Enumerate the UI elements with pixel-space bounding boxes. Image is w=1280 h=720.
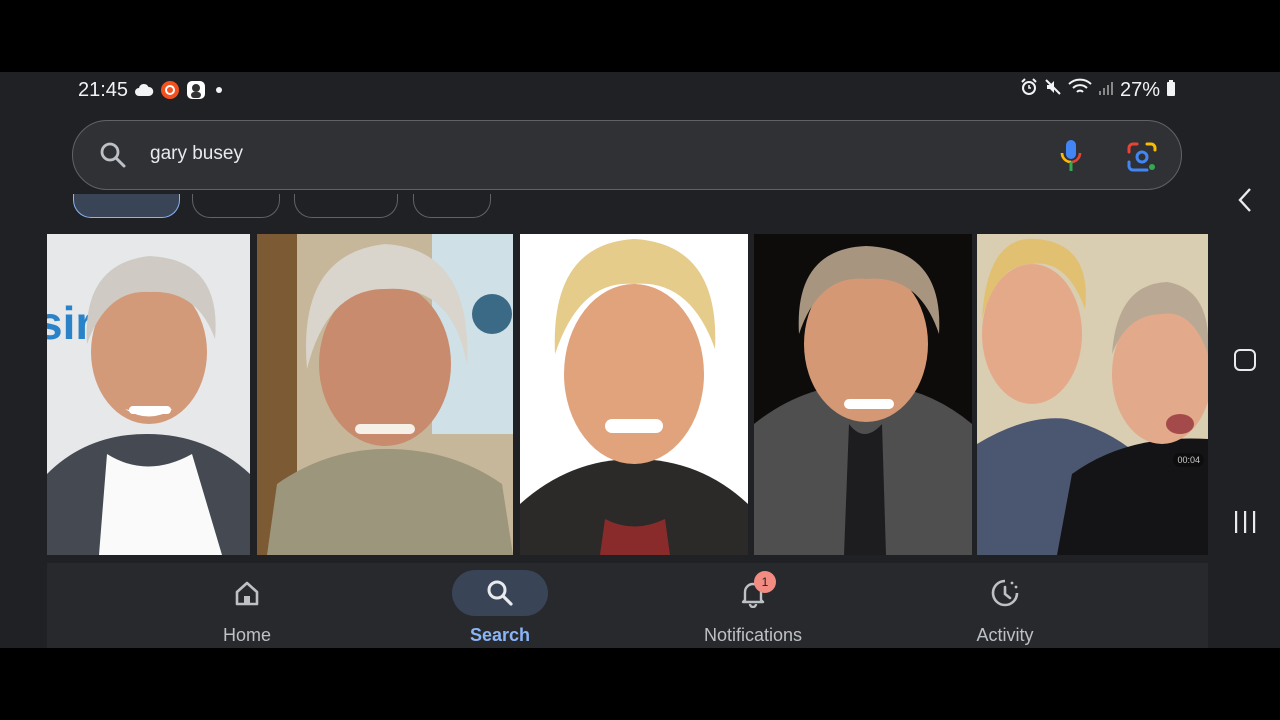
tab-home[interactable]: Home: [147, 563, 347, 648]
search-icon: [487, 580, 513, 606]
app-avatar-icon: [186, 80, 206, 100]
mute-icon: [1044, 78, 1062, 102]
filter-chip[interactable]: [294, 194, 398, 218]
status-bar-right: 27%: [1020, 78, 1176, 102]
filter-chip[interactable]: [413, 194, 491, 218]
tab-label: Search: [469, 625, 531, 645]
dot-icon: [212, 83, 226, 97]
image-result[interactable]: [754, 234, 972, 555]
status-time: 21:45: [78, 78, 129, 101]
video-timestamp: 00:04: [1173, 453, 1204, 467]
image-result[interactable]: [257, 234, 513, 555]
back-icon[interactable]: [1236, 187, 1254, 213]
image-result[interactable]: sirium: [47, 234, 250, 555]
video-result[interactable]: 00:04: [977, 234, 1208, 555]
battery-percent: 27%: [1119, 78, 1160, 101]
notification-badge: 1: [754, 571, 776, 593]
recents-icon[interactable]: [1232, 510, 1258, 534]
battery-icon: [1166, 79, 1176, 102]
search-bar[interactable]: gary busey: [72, 120, 1182, 190]
home-icon: [235, 581, 259, 606]
tab-search[interactable]: Search: [400, 563, 600, 648]
tab-activity[interactable]: Activity: [905, 563, 1105, 648]
alarm-icon: [1020, 78, 1038, 102]
signal-icon: [1098, 79, 1114, 102]
tab-label: Notifications: [703, 625, 803, 645]
home-icon[interactable]: [1233, 348, 1257, 372]
screen-recorder-icon: [160, 80, 180, 100]
google-lens-icon[interactable]: [1127, 142, 1157, 172]
cloud-icon: [134, 83, 154, 97]
image-result[interactable]: [520, 234, 748, 555]
bottom-navigation: Home Search 1 Notifications Activity: [47, 563, 1208, 648]
search-input[interactable]: gary busey: [150, 143, 243, 165]
mic-icon[interactable]: [1058, 139, 1084, 173]
status-bar-left: 21:45: [78, 78, 226, 102]
tab-label: Home: [222, 625, 271, 645]
filter-chip[interactable]: [192, 194, 280, 218]
filter-chip-selected[interactable]: [73, 194, 180, 218]
activity-icon: [991, 579, 1019, 607]
tab-notifications[interactable]: 1 Notifications: [653, 563, 853, 648]
wifi-icon: [1068, 78, 1092, 102]
tab-label: Activity: [976, 625, 1034, 645]
search-icon[interactable]: [99, 141, 127, 169]
phone-screen: 21:45 27% gary busey 00:04 Home Search 1…: [0, 72, 1280, 648]
